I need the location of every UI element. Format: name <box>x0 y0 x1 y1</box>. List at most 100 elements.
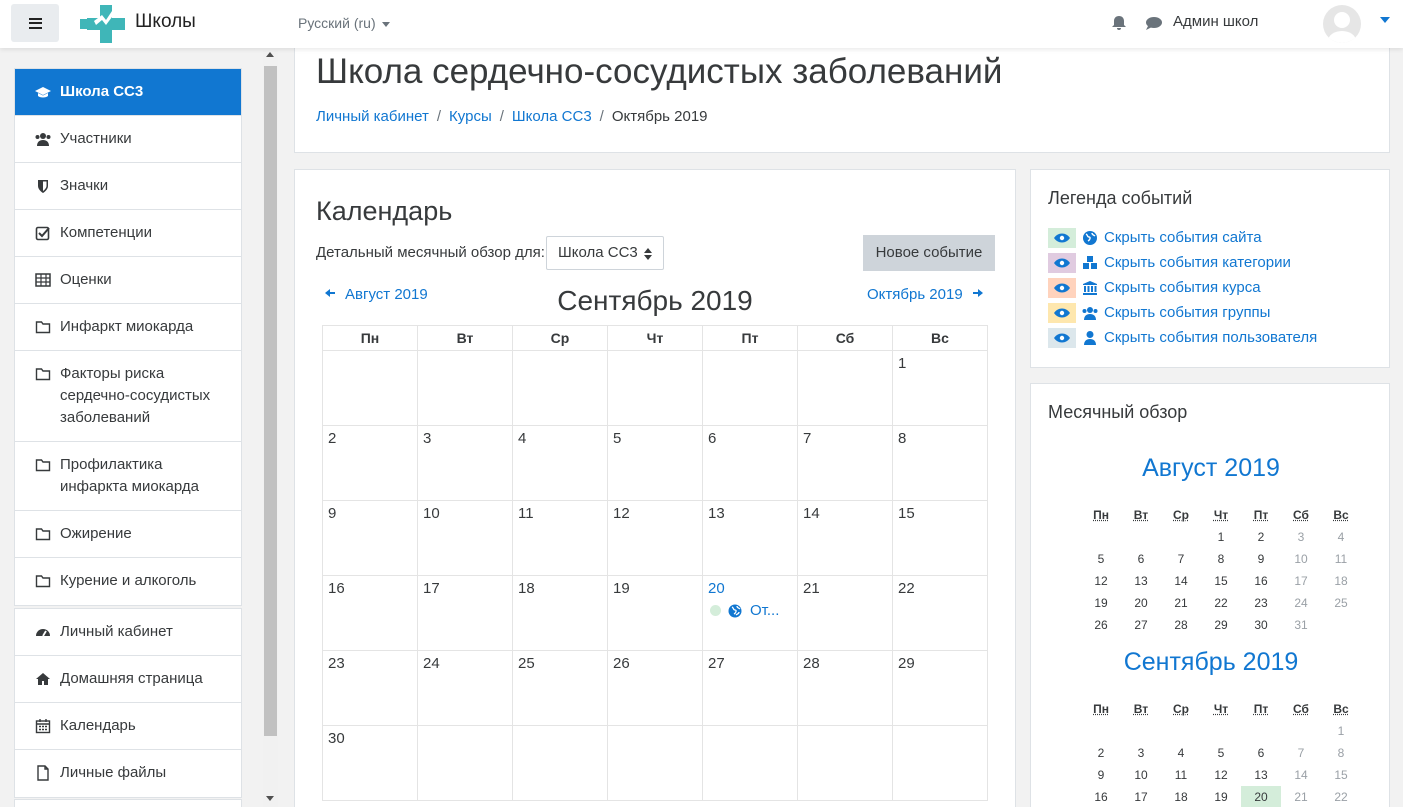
nav-item-private-files[interactable]: Личные файлы <box>15 750 241 797</box>
mini-day-today[interactable]: 20 <box>1241 786 1281 807</box>
calendar-icon <box>35 719 51 734</box>
day-cell[interactable]: 18 <box>512 575 608 651</box>
day-cell[interactable]: 14 <box>797 500 893 576</box>
mini-month-title[interactable]: Август 2019 <box>1031 454 1391 483</box>
legend-item-category[interactable]: Скрыть события категории <box>1048 250 1317 275</box>
new-event-button[interactable]: Новое событие <box>863 235 995 271</box>
day-cell-today[interactable]: 20 От... <box>702 575 798 651</box>
legend-swatch <box>1048 277 1076 298</box>
mini-weekday: Сб <box>1293 508 1309 522</box>
day-number: 9 <box>328 505 337 522</box>
site-event-dot-icon <box>710 605 721 616</box>
nav-item-section-5[interactable]: Курение и алкоголь <box>15 558 241 605</box>
day-cell[interactable]: 17 <box>417 575 513 651</box>
avatar[interactable] <box>1323 5 1361 43</box>
day-cell[interactable]: 2 <box>322 425 418 501</box>
day-cell[interactable]: 5 <box>607 425 703 501</box>
mini-weekday: Вс <box>1333 508 1349 522</box>
day-number: 5 <box>613 430 622 447</box>
day-cell[interactable]: 27 <box>702 650 798 726</box>
user-menu-name[interactable]: Админ школ <box>1173 13 1258 30</box>
day-cell[interactable]: 6 <box>702 425 798 501</box>
day-cell[interactable]: 11 <box>512 500 608 576</box>
mini-week-row: 16 17 18 19 20 21 22 <box>1081 786 1361 807</box>
mini-day: 14 <box>1174 574 1188 588</box>
user-menu-chevron-icon[interactable] <box>1380 17 1390 23</box>
mini-day <box>1281 720 1321 742</box>
day-cell[interactable]: 15 <box>892 500 988 576</box>
mini-day: 23 <box>1254 596 1268 610</box>
nav-item-section-1[interactable]: Инфаркт миокарда <box>15 304 241 351</box>
nav-item-section-4[interactable]: Ожирение <box>15 511 241 558</box>
course-nav: Школа СС3 Участники Значки Компетенции О… <box>14 68 242 606</box>
site-name[interactable]: Школы <box>135 11 196 33</box>
mini-day: 10 <box>1294 552 1308 566</box>
day-cell[interactable]: 21 <box>797 575 893 651</box>
day-cell-empty <box>892 725 988 801</box>
day-cell[interactable]: 7 <box>797 425 893 501</box>
day-cell[interactable]: 22 <box>892 575 988 651</box>
mini-day <box>1161 720 1201 742</box>
nav-item-label: Личные файлы <box>60 764 167 781</box>
drawer-scrollbar-thumb[interactable] <box>264 66 277 736</box>
mini-day: 8 <box>1337 746 1345 760</box>
legend-item-group[interactable]: Скрыть события группы <box>1048 300 1317 325</box>
day-cell[interactable]: 12 <box>607 500 703 576</box>
legend-swatch <box>1048 327 1076 348</box>
users-icon <box>35 133 51 146</box>
day-cell[interactable]: 3 <box>417 425 513 501</box>
day-cell[interactable]: 16 <box>322 575 418 651</box>
breadcrumb-course[interactable]: Школа СС3 <box>512 108 592 125</box>
day-number: 29 <box>898 655 915 672</box>
page-header: Школа сердечно-сосудистых заболеваний Ли… <box>294 48 1390 153</box>
course-filter-select[interactable]: Школа СС3 <box>546 236 664 270</box>
day-cell[interactable]: 10 <box>417 500 513 576</box>
day-number: 15 <box>898 505 915 522</box>
nav-item-section-3[interactable]: Профилактика инфаркта миокарда <box>15 442 241 511</box>
day-cell[interactable]: 23 <box>322 650 418 726</box>
day-number: 4 <box>518 430 527 447</box>
day-cell[interactable]: 1 <box>892 350 988 426</box>
nav-item-home[interactable]: Домашняя страница <box>15 656 241 703</box>
legend-item-user[interactable]: Скрыть события пользователя <box>1048 325 1317 350</box>
nav-item-dashboard[interactable]: Личный кабинет <box>15 609 241 656</box>
event-legend-block: Легенда событий Скрыть события сайта Скр… <box>1030 169 1390 368</box>
day-cell[interactable]: 30 <box>322 725 418 801</box>
legend-item-course[interactable]: Скрыть события курса <box>1048 275 1317 300</box>
drawer-toggle-button[interactable] <box>11 4 59 42</box>
day-number: 24 <box>423 655 440 672</box>
scroll-up-arrow-icon[interactable] <box>266 52 274 57</box>
nav-item-competencies[interactable]: Компетенции <box>15 210 241 257</box>
nav-item-grades[interactable]: Оценки <box>15 257 241 304</box>
nav-item-course[interactable]: Школа СС3 <box>15 69 241 116</box>
nav-item-calendar[interactable]: Календарь <box>15 703 241 750</box>
day-cell[interactable]: 24 <box>417 650 513 726</box>
scroll-down-arrow-icon[interactable] <box>266 796 274 801</box>
calendar-event[interactable]: От... <box>710 602 797 619</box>
mini-week-row: 9 10 11 12 13 14 15 <box>1081 764 1361 786</box>
breadcrumb-courses[interactable]: Курсы <box>449 108 492 125</box>
day-cell[interactable]: 29 <box>892 650 988 726</box>
day-cell[interactable]: 8 <box>892 425 988 501</box>
day-cell[interactable]: 28 <box>797 650 893 726</box>
day-cell[interactable]: 13 <box>702 500 798 576</box>
day-cell[interactable]: 25 <box>512 650 608 726</box>
nav-item-participants[interactable]: Участники <box>15 116 241 163</box>
nav-item-badges[interactable]: Значки <box>15 163 241 210</box>
day-number: 21 <box>803 580 820 597</box>
day-cell[interactable]: 9 <box>322 500 418 576</box>
day-cell[interactable]: 4 <box>512 425 608 501</box>
eye-icon <box>1054 308 1070 317</box>
mini-month-title[interactable]: Сентябрь 2019 <box>1031 648 1391 677</box>
next-month-link[interactable]: Октябрь 2019 <box>867 286 983 303</box>
day-cell[interactable]: 26 <box>607 650 703 726</box>
legend-item-site[interactable]: Скрыть события сайта <box>1048 225 1317 250</box>
day-cell[interactable]: 19 <box>607 575 703 651</box>
day-number-today[interactable]: 20 <box>708 580 725 597</box>
bell-icon[interactable] <box>1111 15 1127 31</box>
mini-day: 20 <box>1134 596 1148 610</box>
chat-icon[interactable] <box>1145 16 1163 31</box>
breadcrumb-dashboard[interactable]: Личный кабинет <box>316 108 429 125</box>
language-menu[interactable]: Русский ‎(ru)‎ <box>298 15 390 31</box>
nav-item-section-2[interactable]: Факторы риска сердечно-сосудистых заболе… <box>15 351 241 442</box>
